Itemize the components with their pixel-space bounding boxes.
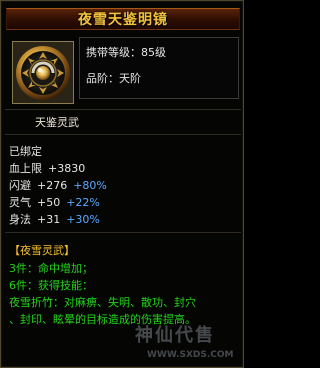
stat-percent: +22%: [66, 196, 100, 209]
stat-name: 血上限: [9, 162, 42, 175]
stat-name: 灵气: [9, 196, 31, 209]
stat-row: 闪避 +276 +80%: [9, 180, 107, 191]
item-icon-slot[interactable]: [12, 41, 74, 104]
item-title: 夜雪天鉴明镜: [78, 12, 168, 28]
divider-top: [5, 109, 241, 110]
carry-level: 携带等级：85级: [86, 46, 166, 59]
stat-value: +3830: [48, 162, 86, 175]
watermark-logo: 神仙代售: [135, 325, 215, 346]
mirror-disc-icon: [14, 43, 72, 102]
title-bar: 夜雪天鉴明镜: [6, 8, 240, 30]
item-rank: 品阶：天阶: [86, 72, 141, 85]
bound-status: 已绑定: [9, 145, 42, 158]
stat-value: +31: [37, 213, 61, 226]
set-3-piece-bonus: 3件：命中增加；: [9, 262, 93, 275]
stat-value: +276: [37, 179, 68, 192]
set-skill-desc-2: 、封印、眩晕的目标造成的伤害提高。: [9, 313, 196, 326]
watermark-url: WWW.SXDS.COM: [147, 350, 234, 360]
weapon-type: 天鉴灵武: [35, 116, 79, 129]
watermark: 神仙代售 WWW.SXDS.COM: [135, 327, 241, 365]
stat-value: +50: [37, 196, 61, 209]
set-name: 【夜雪灵武】: [9, 244, 75, 257]
item-tooltip: 夜雪天鉴明镜 携带等级：85级 品阶：天阶 天鉴灵武 已绑定 血上限 +3830…: [0, 0, 244, 368]
set-6-piece-bonus: 6件：获得技能：: [9, 279, 93, 292]
stat-name: 身法: [9, 213, 31, 226]
stat-name: 闪避: [9, 179, 31, 192]
stat-row: 血上限 +3830: [9, 163, 85, 174]
stat-row: 身法 +31 +30%: [9, 214, 100, 225]
divider-mid: [5, 134, 241, 135]
stat-percent: +30%: [66, 213, 100, 226]
set-skill-desc-1: 夜雪折竹：对麻痹、失明、散功、封穴: [9, 296, 196, 309]
divider-set: [5, 232, 241, 233]
item-info-box: 携带等级：85级 品阶：天阶: [79, 37, 239, 99]
stat-row: 灵气 +50 +22%: [9, 197, 100, 208]
stat-percent: +80%: [73, 179, 107, 192]
